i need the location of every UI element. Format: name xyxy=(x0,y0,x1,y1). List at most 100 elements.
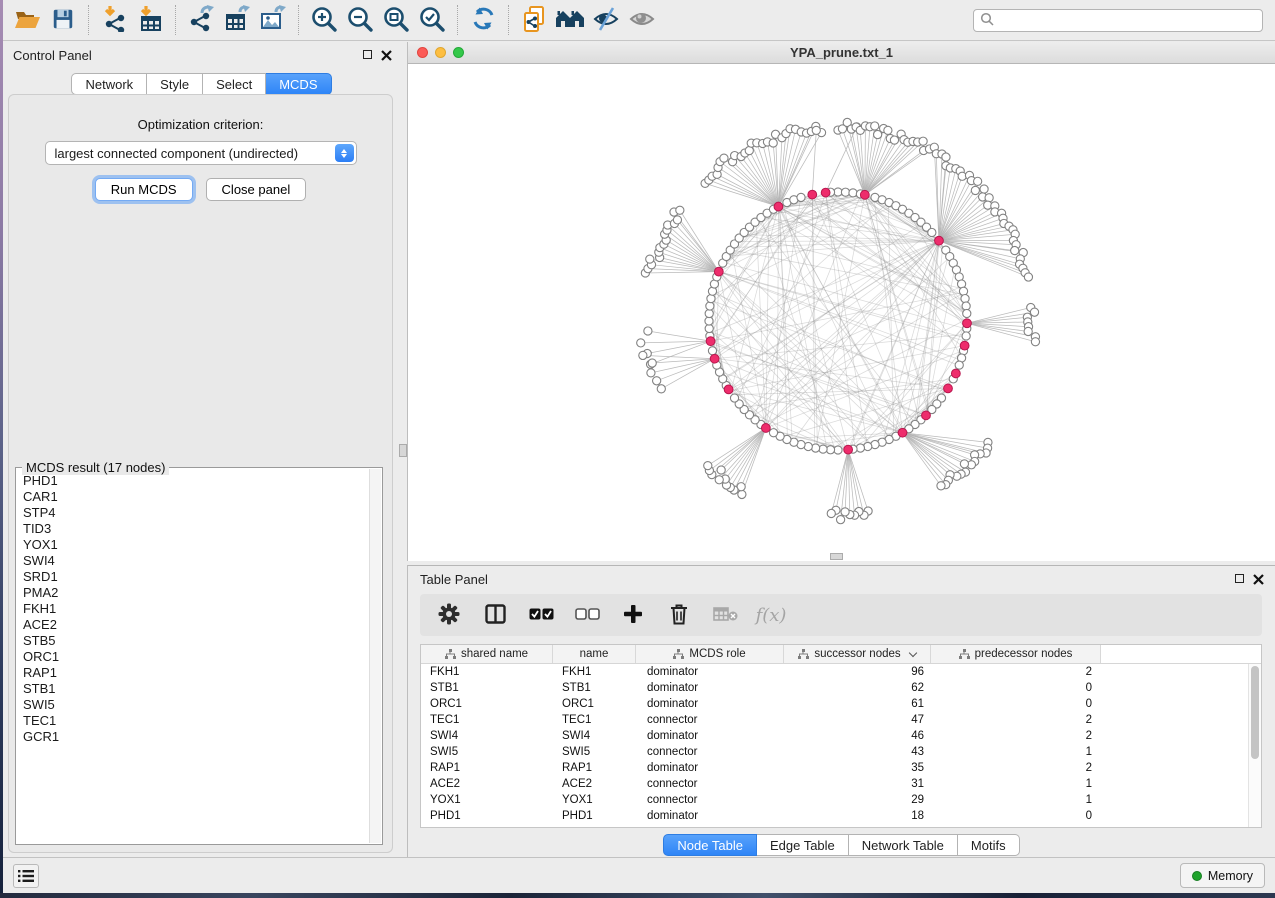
table-row[interactable]: YOX1YOX1connector291 xyxy=(421,792,1261,808)
network-node[interactable] xyxy=(971,186,979,194)
import-network-button[interactable] xyxy=(98,4,130,36)
tab-mcds[interactable]: MCDS xyxy=(266,73,331,95)
network-node[interactable] xyxy=(985,194,993,202)
mcds-hub-node[interactable] xyxy=(706,337,715,346)
mcds-result-item[interactable]: STP4 xyxy=(23,505,368,521)
mcds-hub-node[interactable] xyxy=(960,341,969,350)
search-input[interactable] xyxy=(995,14,1262,28)
mcds-hub-node[interactable] xyxy=(944,384,953,393)
network-node[interactable] xyxy=(704,462,712,470)
mcds-hub-node[interactable] xyxy=(821,188,830,197)
network-window-titlebar[interactable]: YPA_prune.txt_1 xyxy=(408,42,1275,64)
tab-edge-table[interactable]: Edge Table xyxy=(757,834,849,856)
export-network-button[interactable] xyxy=(185,4,217,36)
mcds-hub-node[interactable] xyxy=(963,319,972,328)
show-details-button[interactable] xyxy=(626,4,658,36)
network-node[interactable] xyxy=(841,508,849,516)
network-node[interactable] xyxy=(646,255,654,263)
mcds-hub-node[interactable] xyxy=(860,190,869,199)
tab-style[interactable]: Style xyxy=(147,73,203,95)
refresh-view-button[interactable] xyxy=(467,4,499,36)
network-node[interactable] xyxy=(797,193,805,201)
toggle-columns-button[interactable] xyxy=(482,602,508,628)
tab-motifs[interactable]: Motifs xyxy=(958,834,1020,856)
task-history-button[interactable] xyxy=(13,864,39,888)
export-image-button[interactable] xyxy=(257,4,289,36)
panel-splitter-handle[interactable] xyxy=(399,444,407,457)
window-close-light[interactable] xyxy=(417,47,428,58)
mcds-hub-node[interactable] xyxy=(808,190,817,199)
network-node[interactable] xyxy=(637,339,645,347)
column-header-shared-name[interactable]: shared name xyxy=(421,645,553,663)
table-row[interactable]: TEC1TEC1connector472 xyxy=(421,712,1261,728)
mcds-hub-node[interactable] xyxy=(724,385,733,394)
network-node[interactable] xyxy=(980,185,988,193)
network-node[interactable] xyxy=(705,309,713,317)
mcds-result-item[interactable]: YOX1 xyxy=(23,537,368,553)
network-node[interactable] xyxy=(919,137,927,145)
zoom-fit-button[interactable] xyxy=(380,4,412,36)
hide-details-button[interactable] xyxy=(590,4,622,36)
float-panel-button[interactable] xyxy=(363,50,372,59)
network-node[interactable] xyxy=(961,294,969,302)
network-splitter-handle[interactable] xyxy=(830,553,843,560)
network-node[interactable] xyxy=(811,444,819,452)
mcds-result-item[interactable]: SWI5 xyxy=(23,697,368,713)
mcds-result-item[interactable]: SWI4 xyxy=(23,553,368,569)
mcds-hub-node[interactable] xyxy=(710,354,719,363)
network-node[interactable] xyxy=(959,287,967,295)
delete-column-button[interactable] xyxy=(666,602,692,628)
mcds-result-item[interactable]: FKH1 xyxy=(23,601,368,617)
window-zoom-light[interactable] xyxy=(453,47,464,58)
float-table-panel-button[interactable] xyxy=(1235,574,1244,583)
zoom-in-button[interactable] xyxy=(308,4,340,36)
network-node[interactable] xyxy=(1011,246,1019,254)
network-node[interactable] xyxy=(849,189,857,197)
network-node[interactable] xyxy=(928,228,936,236)
zoom-selected-button[interactable] xyxy=(416,4,448,36)
network-node[interactable] xyxy=(647,369,655,377)
network-node[interactable] xyxy=(841,188,849,196)
network-node[interactable] xyxy=(648,359,656,367)
table-row[interactable]: SWI4SWI4dominator462 xyxy=(421,728,1261,744)
network-node[interactable] xyxy=(942,153,950,161)
mcds-result-item[interactable]: STB5 xyxy=(23,633,368,649)
tab-select[interactable]: Select xyxy=(203,73,266,95)
close-mcds-panel-button[interactable]: Close panel xyxy=(206,178,307,201)
tab-network[interactable]: Network xyxy=(71,73,147,95)
table-scrollbar[interactable] xyxy=(1248,664,1261,827)
clone-network-button[interactable] xyxy=(518,4,550,36)
network-node[interactable] xyxy=(962,332,970,340)
network-node[interactable] xyxy=(890,136,898,144)
mcds-result-item[interactable]: GCR1 xyxy=(23,729,368,745)
network-node[interactable] xyxy=(864,442,872,450)
mcds-hub-node[interactable] xyxy=(922,411,931,420)
network-node[interactable] xyxy=(639,351,647,359)
tab-node-table[interactable]: Node Table xyxy=(663,834,757,856)
search-field[interactable] xyxy=(973,9,1263,32)
run-mcds-button[interactable]: Run MCDS xyxy=(95,178,193,201)
delete-table-button[interactable] xyxy=(712,602,738,628)
mcds-result-item[interactable]: SRD1 xyxy=(23,569,368,585)
mcds-result-item[interactable]: RAP1 xyxy=(23,665,368,681)
network-node[interactable] xyxy=(1024,327,1032,335)
save-session-button[interactable] xyxy=(47,4,79,36)
network-node[interactable] xyxy=(856,444,864,452)
network-node[interactable] xyxy=(715,476,723,484)
network-node[interactable] xyxy=(769,139,777,147)
tab-network-table[interactable]: Network Table xyxy=(849,834,958,856)
network-node[interactable] xyxy=(717,466,725,474)
table-row[interactable]: RAP1RAP1dominator352 xyxy=(421,760,1261,776)
add-column-button[interactable] xyxy=(620,602,646,628)
memory-button[interactable]: Memory xyxy=(1180,863,1265,888)
network-canvas-svg[interactable] xyxy=(408,64,1275,560)
network-node[interactable] xyxy=(827,509,835,517)
column-header-successor-nodes[interactable]: successor nodes xyxy=(784,645,931,663)
mcds-result-item[interactable]: CAR1 xyxy=(23,489,368,505)
mcds-result-item[interactable]: PHD1 xyxy=(23,473,368,489)
column-header-name[interactable]: name xyxy=(553,645,636,663)
mcds-hub-node[interactable] xyxy=(761,424,770,433)
mcds-result-scrollbar[interactable] xyxy=(369,469,381,843)
mcds-result-item[interactable]: ACE2 xyxy=(23,617,368,633)
network-node[interactable] xyxy=(769,429,777,437)
